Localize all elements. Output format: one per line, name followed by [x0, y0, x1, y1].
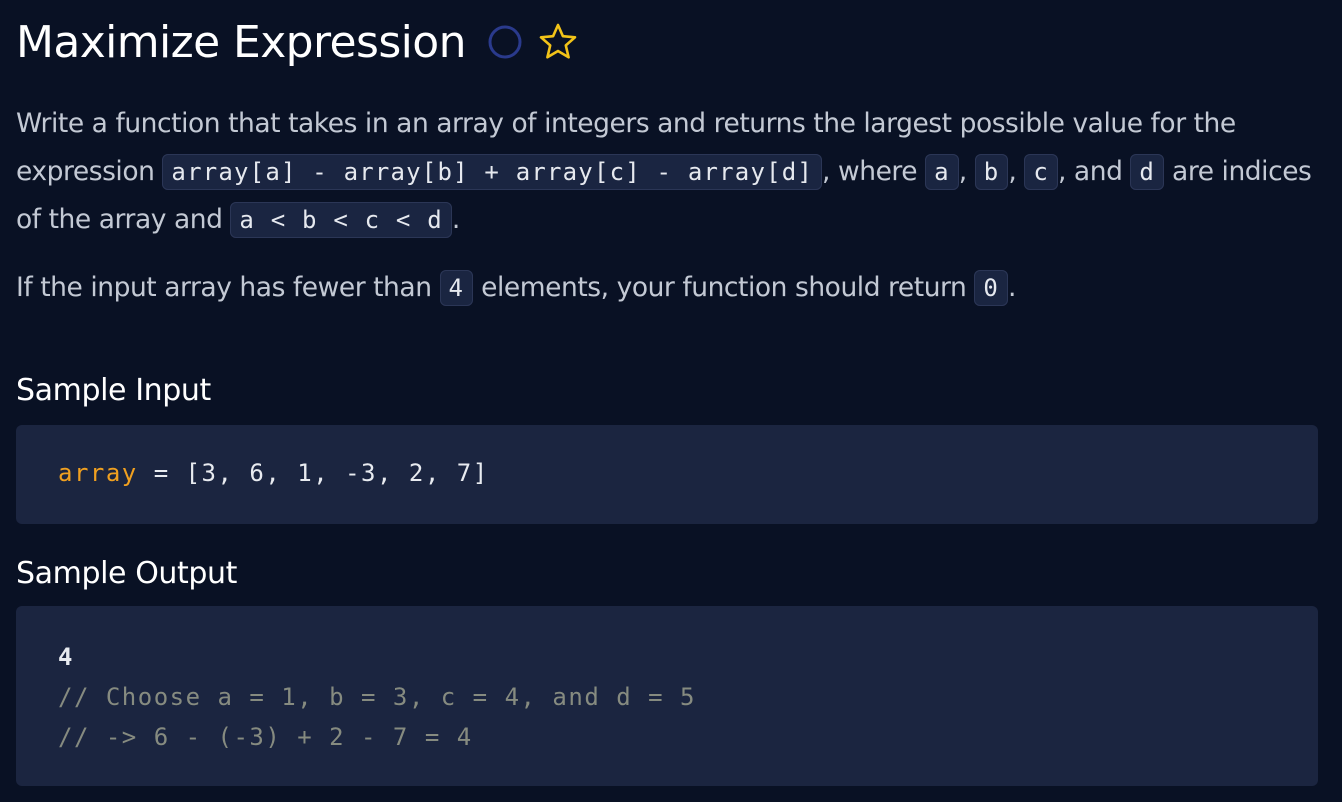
return-zero-code: 0 — [974, 270, 1008, 306]
description-text: elements, your function should return — [473, 272, 975, 303]
index-b-code: b — [974, 154, 1009, 190]
index-order-code: a < b < c < d — [230, 202, 452, 238]
star-icon[interactable] — [538, 22, 578, 62]
description-text: . — [1008, 272, 1016, 303]
index-d-code: d — [1130, 154, 1165, 190]
description-text: , — [1008, 156, 1025, 187]
problem-header: Maximize Expression — [16, 12, 578, 72]
problem-description: Write a function that takes in an array … — [16, 100, 1316, 312]
description-paragraph-1: Write a function that takes in an array … — [16, 100, 1316, 244]
sample-input-heading: Sample Input — [16, 373, 211, 408]
output-comment-2: // -> 6 - (-3) + 2 - 7 = 4 — [58, 723, 473, 751]
description-text: , — [958, 156, 975, 187]
assign-operator: = — [137, 459, 186, 487]
sample-input-line: array = [3, 6, 1, -3, 2, 7] — [58, 459, 489, 487]
sample-output-heading: Sample Output — [16, 556, 238, 591]
variable-name: array — [58, 459, 138, 487]
circle-icon — [488, 25, 522, 59]
sample-output-code-block: 4 // Choose a = 1, b = 3, c = 4, and d =… — [16, 606, 1318, 786]
array-value: [3, 6, 1, -3, 2, 7] — [185, 459, 489, 487]
description-text: , and — [1057, 156, 1131, 187]
expression-code: array[a] - array[b] + array[c] - array[d… — [162, 154, 823, 190]
problem-title: Maximize Expression — [16, 16, 466, 68]
min-length-code: 4 — [439, 270, 474, 306]
index-c-code: c — [1024, 154, 1058, 190]
output-result: 4 — [58, 643, 74, 671]
description-paragraph-2: If the input array has fewer than 4 elem… — [16, 264, 1316, 312]
description-text: , where — [822, 156, 926, 187]
sample-input-code-block: array = [3, 6, 1, -3, 2, 7] — [16, 425, 1318, 524]
description-text: If the input array has fewer than — [16, 272, 440, 303]
output-comment-1: // Choose a = 1, b = 3, c = 4, and d = 5 — [58, 683, 696, 711]
index-a-code: a — [925, 154, 959, 190]
description-text: . — [451, 204, 460, 235]
